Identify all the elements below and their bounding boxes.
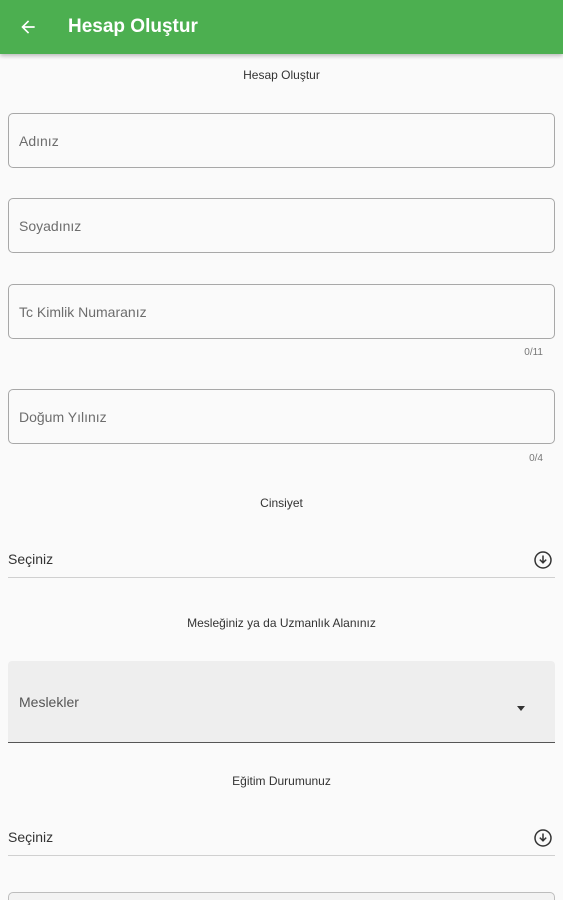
gender-dropdown[interactable]: Seçiniz — [8, 542, 555, 578]
education-dropdown[interactable]: Seçiniz — [8, 820, 555, 856]
education-selected: Seçiniz — [8, 829, 54, 845]
last-name-field — [8, 198, 555, 253]
first-name-field — [8, 113, 555, 168]
tc-number-input[interactable] — [19, 285, 539, 338]
back-button[interactable] — [12, 11, 44, 43]
gender-selected: Seçiniz — [8, 551, 54, 567]
circle-arrow-down-icon — [534, 829, 552, 847]
education-label: Eğitim Durumunuz — [232, 774, 331, 788]
page-title: Hesap Oluştur — [68, 16, 198, 37]
first-name-input[interactable] — [19, 114, 539, 167]
last-name-input[interactable] — [19, 199, 539, 252]
app-bar: Hesap Oluştur — [0, 0, 563, 54]
tc-number-counter: 0/11 — [524, 347, 543, 358]
caret-down-icon — [517, 706, 525, 711]
birth-year-input[interactable] — [19, 390, 539, 443]
circle-arrow-down-icon — [534, 551, 552, 569]
birth-year-counter: 0/4 — [529, 453, 543, 464]
profession-label: Mesleğiniz ya da Uzmanlık Alanınız — [187, 616, 376, 630]
tc-number-field — [8, 284, 555, 339]
arrow-left-icon — [21, 20, 35, 34]
birth-year-field — [8, 389, 555, 444]
profession-dropdown[interactable]: Meslekler — [8, 661, 555, 743]
form-heading: Hesap Oluştur — [243, 68, 320, 82]
next-field[interactable] — [8, 892, 555, 900]
profession-selected: Meslekler — [19, 694, 79, 710]
gender-label: Cinsiyet — [260, 496, 303, 510]
